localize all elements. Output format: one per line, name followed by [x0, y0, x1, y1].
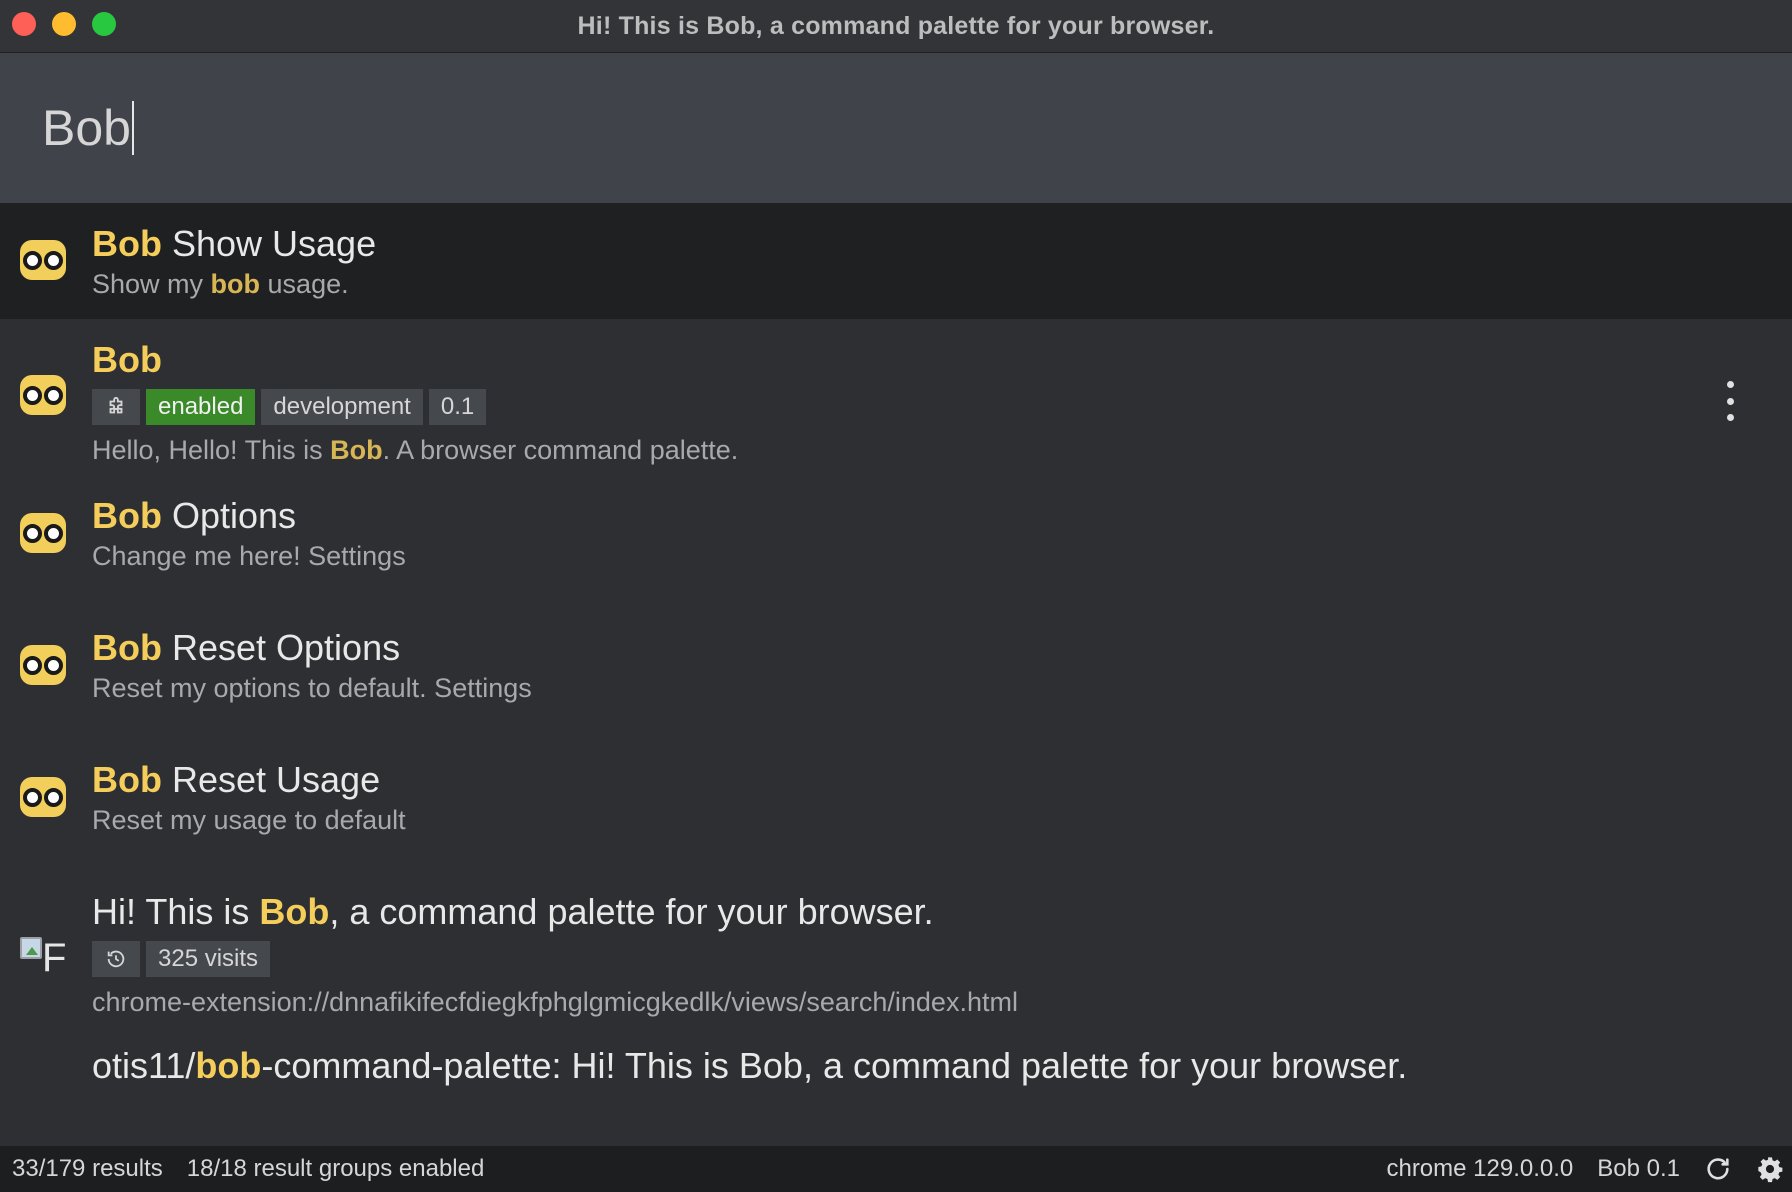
result-title: Bob Reset Options [92, 627, 401, 668]
result-title: Bob Reset Usage [92, 759, 381, 800]
result-title: Bob Show Usage [92, 223, 377, 264]
browser-version: chrome 129.0.0.0 [1386, 1155, 1574, 1182]
minimize-window-button[interactable] [52, 12, 76, 36]
puzzle-icon [92, 389, 140, 425]
visit-count-badge: 325 visits [146, 941, 271, 977]
result-description: Reset my options to default. Settings [92, 673, 532, 703]
results-count: 33/179 results [12, 1155, 163, 1182]
refresh-icon[interactable] [1704, 1155, 1732, 1183]
search-input[interactable]: Bob [42, 99, 134, 157]
close-window-button[interactable] [12, 12, 36, 36]
result-tags: enabled development 0.1 [92, 389, 738, 425]
title-bar: Hi! This is Bob, a command palette for y… [0, 0, 1792, 53]
status-bar: 33/179 results 18/18 result groups enabl… [0, 1146, 1792, 1192]
search-bar: Bob [0, 53, 1792, 203]
result-description: Hello, Hello! This is Bob. A browser com… [92, 435, 739, 465]
window-controls [12, 12, 116, 36]
text-caret [131, 101, 134, 155]
result-title: otis11/bob-command-palette: Hi! This is … [92, 1045, 1408, 1086]
result-item-bob-reset-options[interactable]: Bob Reset Options Reset my options to de… [0, 605, 1792, 737]
result-title: Bob [92, 339, 162, 380]
result-item-show-usage[interactable]: Bob Show Usage Show my bob usage. [0, 203, 1792, 319]
search-input-value: Bob [42, 100, 131, 156]
result-description: Reset my usage to default [92, 805, 406, 835]
result-groups-count: 18/18 result groups enabled [186, 1155, 485, 1182]
bob-owl-icon [20, 240, 66, 286]
install-type-badge: development [261, 389, 423, 425]
result-description: Change me here! Settings [92, 541, 406, 571]
history-icon [92, 941, 140, 977]
bob-owl-icon [20, 375, 66, 421]
more-vertical-icon[interactable] [1716, 381, 1744, 421]
gear-icon[interactable] [1756, 1155, 1784, 1183]
window-title: Hi! This is Bob, a command palette for y… [577, 11, 1215, 40]
app-version: Bob 0.1 [1597, 1155, 1680, 1182]
result-url: chrome-extension://dnnafikifecfdiegkfphg… [92, 987, 1018, 1017]
result-title: Hi! This is Bob, a command palette for y… [92, 891, 934, 932]
broken-image-icon: F [20, 935, 66, 981]
bob-owl-icon [20, 513, 66, 559]
result-description: Show my bob usage. [92, 269, 349, 299]
result-item-github-repo[interactable]: otis11/bob-command-palette: Hi! This is … [0, 1045, 1792, 1145]
result-item-bob-extension[interactable]: Bob enabled development 0.1 Hello, Hello… [0, 319, 1792, 473]
result-item-history-page[interactable]: F Hi! This is Bob, a command palette for… [0, 869, 1792, 1045]
results-list: Bob Show Usage Show my bob usage. Bob en… [0, 203, 1792, 1147]
result-item-bob-options[interactable]: Bob Options Change me here! Settings [0, 473, 1792, 605]
version-badge: 0.1 [428, 389, 487, 425]
result-title: Bob Options [92, 495, 297, 536]
bob-owl-icon [20, 645, 66, 691]
result-tags: 325 visits [92, 941, 1018, 977]
status-badge-enabled: enabled [146, 389, 256, 425]
bob-owl-icon [20, 777, 66, 823]
maximize-window-button[interactable] [92, 12, 116, 36]
result-item-bob-reset-usage[interactable]: Bob Reset Usage Reset my usage to defaul… [0, 737, 1792, 869]
